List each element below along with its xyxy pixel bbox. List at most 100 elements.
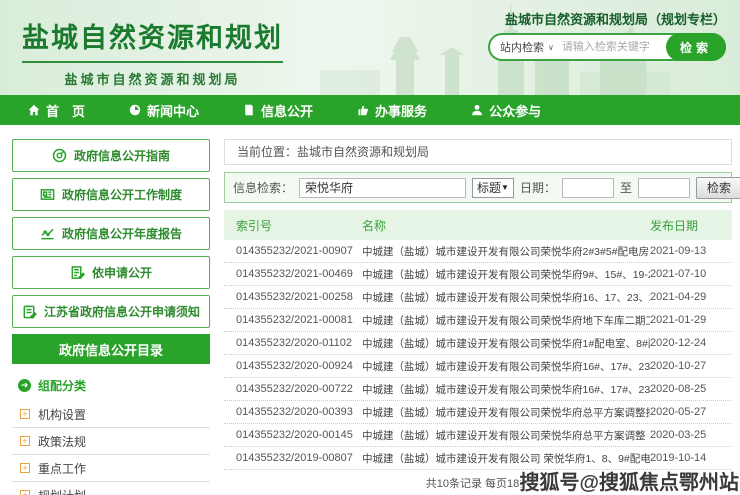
- nav-item-info[interactable]: 信息公开: [243, 101, 313, 120]
- row-date: 2020-03-25: [650, 429, 732, 441]
- row-title-link[interactable]: 中城建（盐城）城市建设开发有限公司荣悦华府2#3#5#配电房、4# ...: [356, 244, 650, 259]
- row-title-link[interactable]: 中城建（盐城）城市建设开发有限公司荣悦华府总平方案调整批后公告: [356, 405, 650, 420]
- row-title-link[interactable]: 中城建（盐城）城市建设开发有限公司荣悦华府16、17、23、29、 ...: [356, 290, 650, 305]
- filter-search-button[interactable]: 检索: [696, 177, 740, 199]
- nav-label: 新闻中心: [147, 101, 199, 120]
- row-index: 014355232/2021-00258: [224, 291, 356, 303]
- nav-item-news[interactable]: 新闻中心: [129, 101, 199, 120]
- row-date: 2019-10-14: [650, 452, 732, 464]
- thumbs-up-icon: [357, 104, 369, 116]
- plus-box-icon: +: [20, 463, 30, 473]
- site-search-button[interactable]: 检索: [666, 33, 726, 61]
- row-date: 2021-07-10: [650, 268, 732, 280]
- row-title-link[interactable]: 中城建（盐城）城市建设开发有限公司荣悦华府地下车库二期工程A区-2 ...: [356, 313, 650, 328]
- site-header: 盐城自然资源和规划 盐城市自然资源和规划局 盐城市自然资源和规划局（规划专栏） …: [0, 0, 740, 95]
- site-title: 盐城自然资源和规划: [22, 16, 283, 63]
- main-panel: 当前位置：盐城市自然资源和规划局 信息检索： 标题 ▼ 日期： 至 检索 索引号…: [224, 139, 732, 495]
- row-title-link[interactable]: 中城建（盐城）城市建设开发有限公司荣悦华府16#、17#、23#、 ...: [356, 359, 650, 374]
- category-label: 政策法规: [38, 433, 86, 450]
- row-title-link[interactable]: 中城建（盐城）城市建设开发有限公司荣悦华府16#、17#、23#、 ...: [356, 382, 650, 397]
- sidebar-button-label: 政府信息公开工作制度: [62, 186, 182, 203]
- table-row[interactable]: 014355232/2020-00722 中城建（盐城）城市建设开发有限公司荣悦…: [224, 378, 732, 401]
- date-to-label: 至: [620, 179, 632, 196]
- date-to-input[interactable]: [638, 178, 690, 198]
- nav-item-participation[interactable]: 公众参与: [471, 101, 541, 120]
- table-row[interactable]: 014355232/2020-00393 中城建（盐城）城市建设开发有限公司荣悦…: [224, 401, 732, 424]
- row-title-link[interactable]: 中城建（盐城）城市建设开发有限公司荣悦华府1#配电室、8#配电室、 ...: [356, 336, 650, 351]
- watermark: 搜狐号@搜狐焦点鄂州站: [519, 466, 739, 495]
- row-index: 014355232/2019-00807: [224, 452, 356, 464]
- row-title-link[interactable]: 中城建（盐城）城市建设开发有限公司荣悦华府总平方案调整: [356, 428, 650, 443]
- table-row[interactable]: 014355232/2021-00469 中城建（盐城）城市建设开发有限公司荣悦…: [224, 263, 732, 286]
- date-from-input[interactable]: [562, 178, 614, 198]
- row-title-link[interactable]: 中城建（盐城）城市建设开发有限公司荣悦华府9#、15#、19-20 ...: [356, 267, 650, 282]
- guide-compass-icon: [52, 148, 67, 163]
- nav-item-services[interactable]: 办事服务: [357, 101, 427, 120]
- nav-label: 信息公开: [261, 101, 313, 120]
- row-title-link[interactable]: 中城建（盐城）城市建设开发有限公司 荣悦华府1、8、9#配电房补发 ...: [356, 451, 650, 466]
- plus-box-icon: +: [20, 436, 30, 446]
- field-select-value: 标题: [477, 179, 501, 196]
- keyword-input[interactable]: [299, 178, 466, 198]
- sidebar-button-label: 江苏省政府信息公开申请须知: [44, 303, 200, 320]
- sidebar-button-work-system[interactable]: 政府信息公开工作制度: [12, 178, 210, 211]
- row-date: 2021-01-29: [650, 314, 732, 326]
- nav-label: 办事服务: [375, 101, 427, 120]
- row-index: 014355232/2021-00081: [224, 314, 356, 326]
- news-icon: [129, 104, 141, 116]
- sidebar-category-group[interactable]: ➜ 组配分类: [12, 372, 210, 401]
- nav-label: 首 页: [46, 101, 85, 120]
- sidebar-button-guide[interactable]: 政府信息公开指南: [12, 139, 210, 172]
- row-date: 2020-10-27: [650, 360, 732, 372]
- table-row[interactable]: 014355232/2021-00081 中城建（盐城）城市建设开发有限公司荣悦…: [224, 309, 732, 332]
- nav-item-home[interactable]: 首 页: [28, 101, 85, 120]
- row-index: 014355232/2020-00145: [224, 429, 356, 441]
- row-index: 014355232/2020-00722: [224, 383, 356, 395]
- table-row[interactable]: 014355232/2020-01102 中城建（盐城）城市建设开发有限公司荣悦…: [224, 332, 732, 355]
- sidebar-button-annual-report[interactable]: 政府信息公开年度报告: [12, 217, 210, 250]
- sidebar-button-apply-disclosure[interactable]: 依申请公开: [12, 256, 210, 289]
- sidebar-button-label: 政府信息公开年度报告: [62, 225, 182, 242]
- notice-clipboard-icon: [22, 304, 37, 319]
- sidebar-button-application-notice[interactable]: 江苏省政府信息公开申请须知: [12, 295, 210, 328]
- filter-bar: 信息检索： 标题 ▼ 日期： 至 检索: [224, 172, 732, 203]
- nav-label: 公众参与: [489, 101, 541, 120]
- category-label: 机构设置: [38, 406, 86, 423]
- home-icon: [28, 104, 40, 116]
- row-date: 2020-12-24: [650, 337, 732, 349]
- chevron-down-icon: ▼: [501, 183, 509, 192]
- main-nav: 首 页 新闻中心 信息公开 办事服务 公众参与: [0, 95, 740, 125]
- breadcrumb: 当前位置：盐城市自然资源和规划局: [224, 139, 732, 165]
- info-document-icon: [243, 104, 255, 116]
- sidebar-item-policies[interactable]: + 政策法规: [12, 428, 210, 455]
- field-select[interactable]: 标题 ▼: [472, 178, 514, 198]
- newspaper-icon: [40, 187, 55, 202]
- report-chart-icon: [40, 226, 55, 241]
- table-row[interactable]: 014355232/2020-00924 中城建（盐城）城市建设开发有限公司荣悦…: [224, 355, 732, 378]
- table-row[interactable]: 014355232/2021-00907 中城建（盐城）城市建设开发有限公司荣悦…: [224, 240, 732, 263]
- category-label: 重点工作: [38, 460, 86, 477]
- sidebar-button-label: 政府信息公开指南: [74, 147, 170, 164]
- table-row[interactable]: 014355232/2020-00145 中城建（盐城）城市建设开发有限公司荣悦…: [224, 424, 732, 447]
- sidebar-button-label: 依申请公开: [92, 264, 152, 281]
- row-date: 2020-05-27: [650, 406, 732, 418]
- apply-document-icon: [70, 265, 85, 280]
- arrow-right-circle-icon: ➜: [18, 379, 31, 392]
- row-date: 2021-09-13: [650, 245, 732, 257]
- sidebar-directory-title[interactable]: 政府信息公开目录: [12, 334, 210, 364]
- keyword-label: 信息检索：: [233, 179, 293, 196]
- col-header-date: 发布日期: [650, 217, 732, 234]
- site-search-bar: 站内检索 ∨ 检索: [488, 33, 726, 61]
- results-table: 索引号 名称 发布日期 014355232/2021-00907 中城建（盐城）…: [224, 210, 732, 470]
- row-index: 014355232/2020-00393: [224, 406, 356, 418]
- site-search-input[interactable]: [562, 41, 668, 53]
- sidebar-item-orgs[interactable]: + 机构设置: [12, 401, 210, 428]
- sidebar-item-key-work[interactable]: + 重点工作: [12, 455, 210, 482]
- sidebar-item-planning[interactable]: + 规划计划: [12, 482, 210, 495]
- row-date: 2020-08-25: [650, 383, 732, 395]
- plus-box-icon: +: [20, 409, 30, 419]
- row-index: 014355232/2021-00907: [224, 245, 356, 257]
- col-header-index: 索引号: [224, 217, 356, 234]
- table-row[interactable]: 014355232/2021-00258 中城建（盐城）城市建设开发有限公司荣悦…: [224, 286, 732, 309]
- search-scope-dropdown[interactable]: 站内检索 ∨: [500, 39, 554, 55]
